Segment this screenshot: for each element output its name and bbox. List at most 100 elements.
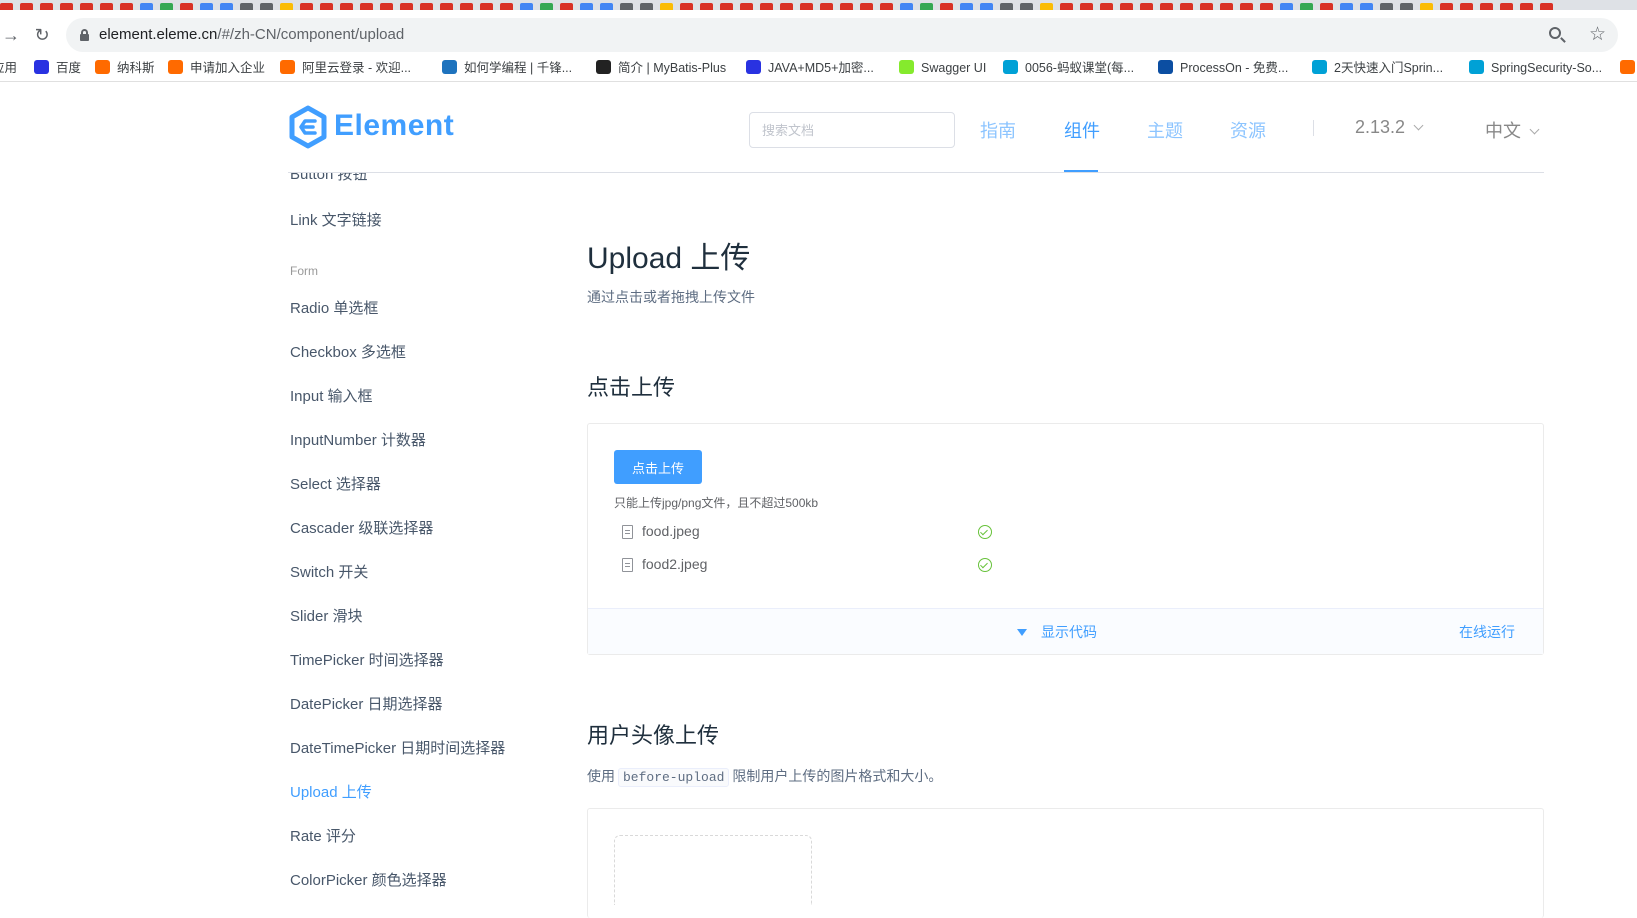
- url-text[interactable]: element.eleme.cn/#/zh-CN/component/uploa…: [99, 26, 404, 43]
- bookmark-item[interactable]: 阿里云登录 - 欢迎...: [280, 58, 411, 78]
- tab-favicon-icon[interactable]: [1440, 3, 1453, 10]
- tab-favicon-icon[interactable]: [1200, 3, 1213, 10]
- tab-favicon-icon[interactable]: [1280, 3, 1293, 10]
- doc-search-input[interactable]: [762, 121, 942, 139]
- bookmark-item[interactable]: JAVA+MD5+加密...: [746, 58, 874, 78]
- tab-favicon-icon[interactable]: [40, 3, 53, 10]
- tab-favicon-icon[interactable]: [1540, 3, 1553, 10]
- tab-favicon-icon[interactable]: [760, 3, 773, 10]
- sidebar-item-checkbox[interactable]: Checkbox 多选框: [290, 341, 406, 362]
- nav-theme[interactable]: 主题: [1147, 117, 1183, 143]
- browser-tab-strip[interactable]: [0, 0, 1637, 10]
- sidebar-item-slider[interactable]: Slider 滑块: [290, 605, 363, 626]
- tab-favicon-icon[interactable]: [420, 3, 433, 10]
- tab-favicon-icon[interactable]: [520, 3, 533, 10]
- tab-favicon-icon[interactable]: [1460, 3, 1473, 10]
- tab-favicon-icon[interactable]: [1260, 3, 1273, 10]
- tab-favicon-icon[interactable]: [20, 3, 33, 10]
- tab-favicon-icon[interactable]: [60, 3, 73, 10]
- tab-favicon-icon[interactable]: [440, 3, 453, 10]
- tab-favicon-icon[interactable]: [900, 3, 913, 10]
- tab-favicon-icon[interactable]: [1040, 3, 1053, 10]
- bookmark-item[interactable]: Swagger UI: [899, 58, 986, 78]
- tab-favicon-icon[interactable]: [360, 3, 373, 10]
- tab-favicon-icon[interactable]: [1360, 3, 1373, 10]
- sidebar-item-datetimepicker[interactable]: DateTimePicker 日期时间选择器: [290, 737, 505, 758]
- reload-icon[interactable]: ↻: [31, 24, 53, 46]
- upload-button[interactable]: 点击上传: [614, 450, 702, 484]
- tab-favicon-icon[interactable]: [340, 3, 353, 10]
- tab-favicon-icon[interactable]: [940, 3, 953, 10]
- tab-favicon-icon[interactable]: [1120, 3, 1133, 10]
- tab-favicon-icon[interactable]: [480, 3, 493, 10]
- tab-favicon-icon[interactable]: [80, 3, 93, 10]
- sidebar-item-timepicker[interactable]: TimePicker 时间选择器: [290, 649, 444, 670]
- tab-favicon-icon[interactable]: [1420, 3, 1433, 10]
- tab-favicon-icon[interactable]: [1320, 3, 1333, 10]
- bookmark-item[interactable]: 申请加入企业: [168, 58, 265, 78]
- tab-favicon-icon[interactable]: [740, 3, 753, 10]
- tab-favicon-icon[interactable]: [980, 3, 993, 10]
- bookmark-item[interactable]: ProcessOn - 免费...: [1158, 58, 1288, 78]
- sidebar-item-cascader[interactable]: Cascader 级联选择器: [290, 517, 433, 538]
- bookmark-item[interactable]: SpringSecurity-So...: [1469, 58, 1602, 78]
- tab-favicon-icon[interactable]: [820, 3, 833, 10]
- tab-favicon-icon[interactable]: [840, 3, 853, 10]
- demo-control-bar[interactable]: 显示代码 在线运行: [588, 608, 1543, 654]
- tab-favicon-icon[interactable]: [960, 3, 973, 10]
- sidebar-item-rate[interactable]: Rate 评分: [290, 825, 356, 846]
- tab-favicon-icon[interactable]: [800, 3, 813, 10]
- nav-guide[interactable]: 指南: [980, 117, 1016, 143]
- tab-favicon-icon[interactable]: [560, 3, 573, 10]
- forward-arrow-icon[interactable]: →: [0, 24, 22, 46]
- bookmark-item[interactable]: 如何学编程 | 千锋...: [442, 58, 572, 78]
- bookmark-item[interactable]: 2天快速入门Sprin...: [1312, 58, 1443, 78]
- tab-favicon-icon[interactable]: [1240, 3, 1253, 10]
- tab-favicon-icon[interactable]: [1020, 3, 1033, 10]
- tab-favicon-icon[interactable]: [260, 3, 273, 10]
- tab-favicon-icon[interactable]: [0, 3, 13, 10]
- bookmark-overflow-icon[interactable]: [1620, 58, 1637, 78]
- tab-favicon-icon[interactable]: [380, 3, 393, 10]
- sidebar-item-upload[interactable]: Upload 上传: [290, 781, 372, 802]
- show-code-toggle[interactable]: 显示代码: [1017, 622, 1097, 642]
- tab-favicon-icon[interactable]: [700, 3, 713, 10]
- bookmark-item[interactable]: 纳科斯: [95, 58, 155, 78]
- tab-favicon-icon[interactable]: [880, 3, 893, 10]
- tab-favicon-icon[interactable]: [320, 3, 333, 10]
- tab-favicon-icon[interactable]: [1480, 3, 1493, 10]
- tab-favicon-icon[interactable]: [1100, 3, 1113, 10]
- avatar-uploader[interactable]: [614, 835, 812, 905]
- tab-favicon-icon[interactable]: [1080, 3, 1093, 10]
- version-dropdown[interactable]: 2.13.2: [1355, 117, 1424, 138]
- tab-favicon-icon[interactable]: [1160, 3, 1173, 10]
- sidebar-item-input[interactable]: Input 输入框: [290, 385, 373, 406]
- tab-favicon-icon[interactable]: [400, 3, 413, 10]
- tab-favicon-icon[interactable]: [1220, 3, 1233, 10]
- tab-favicon-icon[interactable]: [920, 3, 933, 10]
- run-online-link[interactable]: 在线运行: [1459, 622, 1515, 642]
- sidebar-item-link[interactable]: Link 文字链接: [290, 209, 382, 230]
- tab-favicon-icon[interactable]: [1180, 3, 1193, 10]
- bookmark-star-icon[interactable]: ☆: [1589, 23, 1606, 46]
- tab-favicon-icon[interactable]: [1140, 3, 1153, 10]
- tab-favicon-icon[interactable]: [300, 3, 313, 10]
- tab-favicon-icon[interactable]: [780, 3, 793, 10]
- language-dropdown[interactable]: 中文: [1485, 117, 1540, 143]
- tab-favicon-icon[interactable]: [620, 3, 633, 10]
- tab-favicon-icon[interactable]: [1000, 3, 1013, 10]
- tab-favicon-icon[interactable]: [720, 3, 733, 10]
- bookmark-item[interactable]: 百度: [34, 58, 81, 78]
- tab-favicon-icon[interactable]: [1060, 3, 1073, 10]
- tab-favicon-icon[interactable]: [180, 3, 193, 10]
- tab-favicon-icon[interactable]: [220, 3, 233, 10]
- bookmark-item[interactable]: 简介 | MyBatis-Plus: [596, 58, 726, 78]
- sidebar-item-radio[interactable]: Radio 单选框: [290, 297, 378, 318]
- tab-favicon-icon[interactable]: [500, 3, 513, 10]
- nav-component[interactable]: 组件: [1064, 117, 1100, 143]
- tab-favicon-icon[interactable]: [160, 3, 173, 10]
- tab-favicon-icon[interactable]: [120, 3, 133, 10]
- tab-favicon-icon[interactable]: [640, 3, 653, 10]
- sidebar-item-switch[interactable]: Switch 开关: [290, 561, 368, 582]
- tab-favicon-icon[interactable]: [680, 3, 693, 10]
